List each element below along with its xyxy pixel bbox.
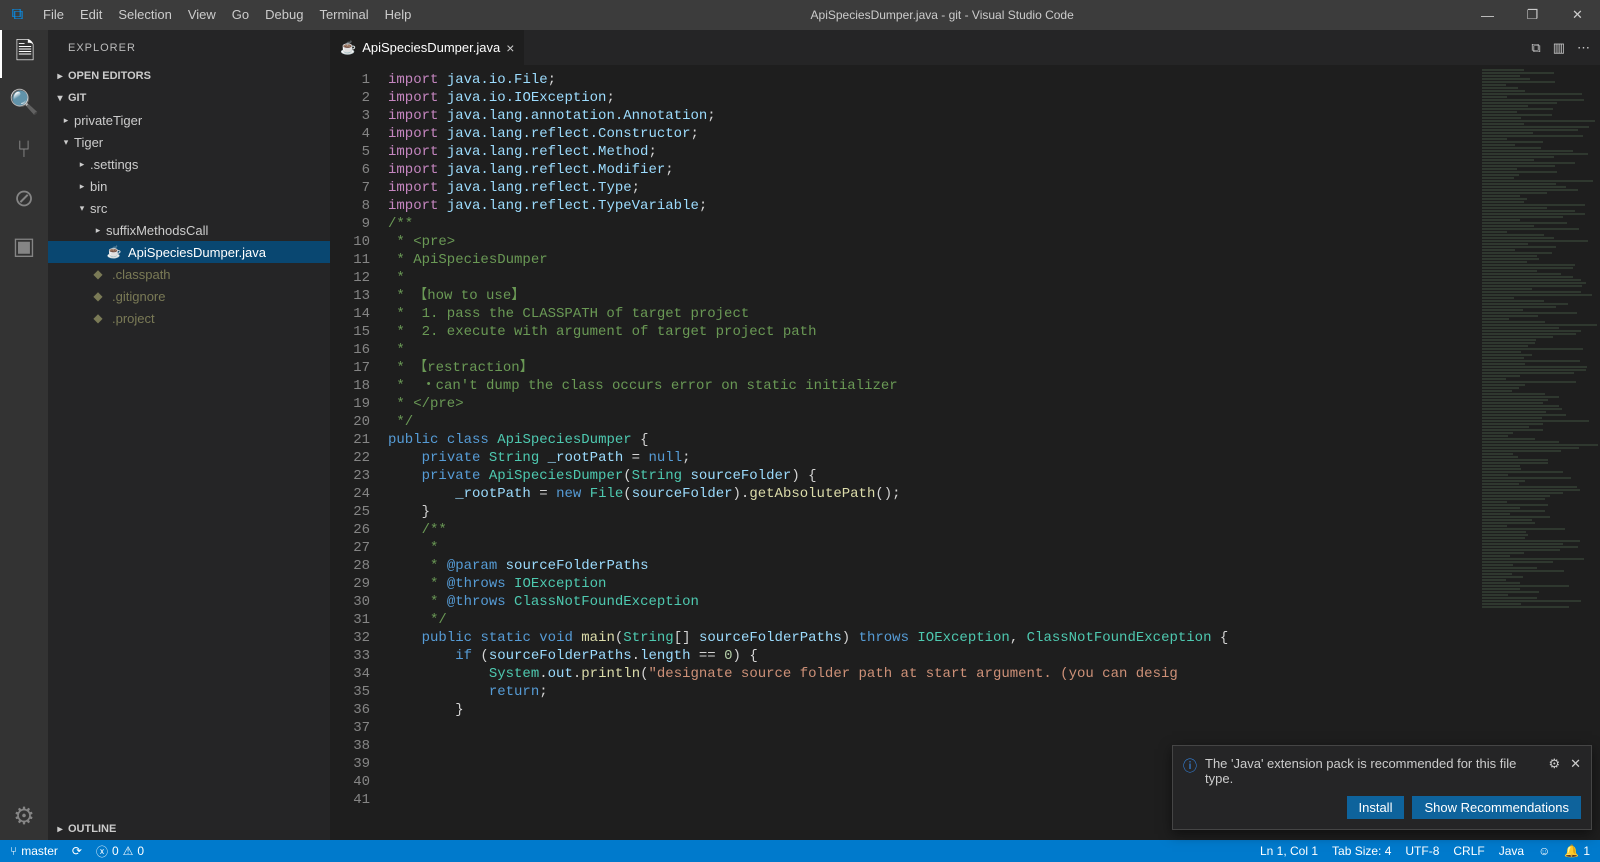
settings-icon[interactable]: ⚙: [0, 792, 48, 840]
window-controls: — ❐ ✕: [1465, 0, 1600, 30]
menu-debug[interactable]: Debug: [257, 0, 311, 30]
tree-item[interactable]: ▾Tiger: [48, 131, 330, 153]
close-button[interactable]: ✕: [1555, 0, 1600, 30]
window-title: ApiSpeciesDumper.java - git - Visual Stu…: [419, 8, 1465, 22]
tab-close-icon[interactable]: ×: [506, 40, 514, 56]
menu-help[interactable]: Help: [377, 0, 420, 30]
install-button[interactable]: Install: [1347, 796, 1405, 819]
notification-gear-icon[interactable]: ⚙: [1548, 756, 1560, 772]
open-editors-label: OPEN EDITORS: [68, 70, 151, 82]
sync-icon[interactable]: ⟳: [72, 844, 82, 858]
menu-file[interactable]: File: [35, 0, 72, 30]
editor-tabs: ☕ ApiSpeciesDumper.java × ⧉ ▥ ⋯: [330, 30, 1600, 65]
tree-item[interactable]: ▸.settings: [48, 153, 330, 175]
extensions-icon[interactable]: ▣: [0, 222, 48, 270]
menu-edit[interactable]: Edit: [72, 0, 110, 30]
notification-text: The 'Java' extension pack is recommended…: [1205, 756, 1540, 786]
debug-icon[interactable]: ⊘: [0, 174, 48, 222]
outline-label: OUTLINE: [68, 823, 116, 835]
file-tree: ▸privateTiger▾Tiger▸.settings▸bin▾src▸su…: [48, 109, 330, 818]
tree-item[interactable]: ▾src: [48, 197, 330, 219]
menu-view[interactable]: View: [180, 0, 224, 30]
minimize-button[interactable]: —: [1465, 0, 1510, 30]
repo-label: GIT: [68, 92, 86, 104]
tab-label: ApiSpeciesDumper.java: [362, 40, 500, 55]
menu-go[interactable]: Go: [224, 0, 257, 30]
feedback-icon[interactable]: ☺: [1538, 844, 1550, 858]
minimap[interactable]: [1480, 65, 1600, 840]
outline-section[interactable]: ▸OUTLINE: [48, 818, 330, 840]
notifications-icon[interactable]: 🔔 1: [1564, 844, 1590, 858]
line-gutter: 1234567891011121314151617181920212223242…: [330, 65, 388, 840]
more-actions-icon[interactable]: ⋯: [1577, 40, 1590, 56]
app-logo: ⧉: [0, 6, 35, 24]
title-bar: ⧉ FileEditSelectionViewGoDebugTerminalHe…: [0, 0, 1600, 30]
compare-icon[interactable]: ▥: [1553, 40, 1565, 56]
branch-indicator[interactable]: ⑂ master: [10, 844, 58, 858]
encoding[interactable]: UTF-8: [1405, 844, 1439, 858]
tree-item[interactable]: ▸bin: [48, 175, 330, 197]
menu-terminal[interactable]: Terminal: [311, 0, 376, 30]
notification-close-icon[interactable]: ✕: [1570, 756, 1581, 772]
status-bar: ⑂ master ⟳ ⓧ 0 ⚠ 0 Ln 1, Col 1 Tab Size:…: [0, 840, 1600, 862]
sidebar: EXPLORER ▸OPEN EDITORS ▾GIT ▸privateTige…: [48, 30, 330, 840]
eol[interactable]: CRLF: [1453, 844, 1484, 858]
cursor-position[interactable]: Ln 1, Col 1: [1260, 844, 1318, 858]
language-mode[interactable]: Java: [1499, 844, 1524, 858]
show-recommendations-button[interactable]: Show Recommendations: [1412, 796, 1581, 819]
tree-item[interactable]: ◆.classpath: [48, 263, 330, 285]
split-editor-icon[interactable]: ⧉: [1531, 40, 1540, 56]
tree-item[interactable]: ▸privateTiger: [48, 109, 330, 131]
tree-item[interactable]: ◆.project: [48, 307, 330, 329]
notification-toast: ⓘ The 'Java' extension pack is recommend…: [1172, 745, 1592, 830]
source-control-icon[interactable]: ⑂: [0, 126, 48, 174]
search-icon[interactable]: 🔍: [0, 78, 48, 126]
java-file-icon: ☕: [340, 40, 356, 56]
tree-item[interactable]: ☕ApiSpeciesDumper.java: [48, 241, 330, 263]
open-editors-section[interactable]: ▸OPEN EDITORS: [48, 65, 330, 87]
code-editor[interactable]: 1234567891011121314151617181920212223242…: [330, 65, 1600, 840]
maximize-button[interactable]: ❐: [1510, 0, 1555, 30]
tree-item[interactable]: ▸suffixMethodsCall: [48, 219, 330, 241]
tab-size[interactable]: Tab Size: 4: [1332, 844, 1391, 858]
menu-bar: FileEditSelectionViewGoDebugTerminalHelp: [35, 0, 419, 30]
sidebar-title: EXPLORER: [48, 30, 330, 65]
code-content[interactable]: import java.io.File;import java.io.IOExc…: [388, 65, 1480, 840]
info-icon: ⓘ: [1183, 756, 1197, 776]
tree-item[interactable]: ◆.gitignore: [48, 285, 330, 307]
menu-selection[interactable]: Selection: [110, 0, 179, 30]
editor-area: ☕ ApiSpeciesDumper.java × ⧉ ▥ ⋯ 12345678…: [330, 30, 1600, 840]
problems-indicator[interactable]: ⓧ 0 ⚠ 0: [96, 843, 144, 860]
tab-apispeciesdumper[interactable]: ☕ ApiSpeciesDumper.java ×: [330, 30, 525, 65]
explorer-icon[interactable]: 🗎: [0, 30, 48, 78]
activity-bar: 🗎 🔍 ⑂ ⊘ ▣ ⚙: [0, 30, 48, 840]
repo-section[interactable]: ▾GIT: [48, 87, 330, 109]
